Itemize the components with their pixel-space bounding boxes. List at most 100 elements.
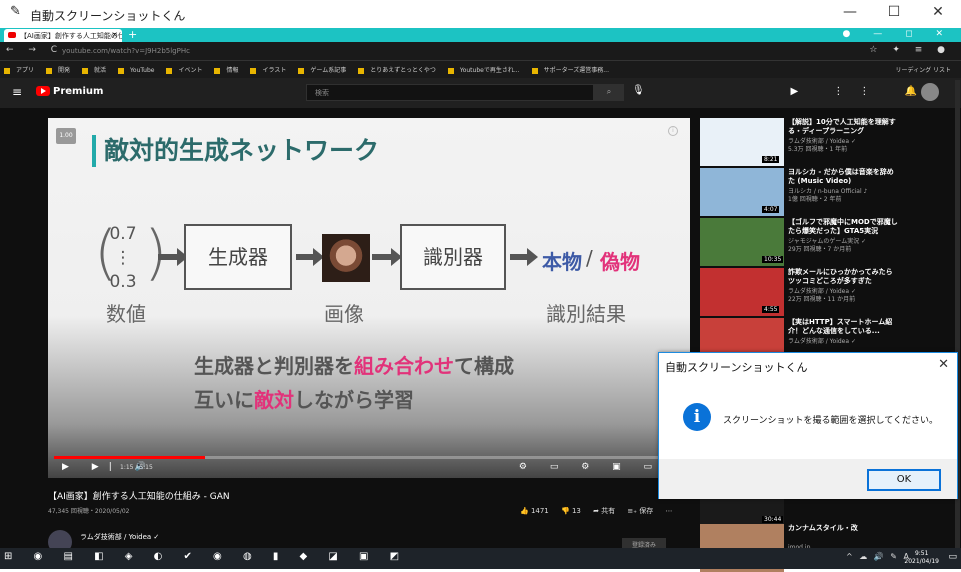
tab-close-icon[interactable]: × <box>111 30 118 39</box>
app-title-bar: ✎ 自動スクリーンショットくん — ☐ ✕ <box>0 0 961 28</box>
folder-icon <box>358 67 365 74</box>
bookmark-item[interactable]: アプリ <box>4 67 40 74</box>
label-image: 画像 <box>324 302 364 326</box>
video-duration: 8:21 <box>762 156 780 163</box>
arrow-2 <box>296 248 324 266</box>
save-button[interactable]: ≡₊ 保存 <box>627 507 653 515</box>
related-stats: 5.3万 回視聴・1 年前 <box>788 146 848 153</box>
video-duration: 4:07 <box>762 206 780 213</box>
bookmark-item[interactable]: とりあえずとっとくやつ <box>358 67 442 74</box>
pen-icon: ✎ <box>10 4 21 19</box>
related-video-item[interactable]: 10:35 【ゴルフで邪魔中にMODで邪魔したら爆笑だった】GTA5実況 ジャモジャ… <box>700 218 960 266</box>
mic-icon[interactable]: 🎙 <box>632 85 645 96</box>
search-input[interactable]: 検索 <box>306 84 594 101</box>
result-real: 本物 <box>542 250 582 274</box>
maximize-button[interactable]: ☐ <box>884 4 904 20</box>
taskbar-icons[interactable]: ⊞ ◉ ▤ ◧ ◈ ◐ ✔ ◉ ◍ ▮ ◆ ◪ ▣ ◩ <box>4 551 408 562</box>
video-views: 47,345 回視聴・2020/05/02 <box>48 508 130 515</box>
bookmark-item[interactable]: サポーターズ運営事務... <box>531 67 615 74</box>
related-channel: ラムダ技術部 / Yoidea ✓ <box>788 138 856 145</box>
video-duration: 30:44 <box>762 516 784 523</box>
bookmark-item[interactable]: 開発 <box>46 67 76 74</box>
close-button[interactable]: ✕ <box>928 4 948 20</box>
browser-window-controls[interactable]: ● — ◻ ✕ <box>843 29 953 39</box>
related-stats: 29万 回視聴・7 か月前 <box>788 246 852 253</box>
browser-tab[interactable]: 【AI画家】創作する人工知能の仕組み × <box>4 29 122 42</box>
bookmark-item[interactable]: イベント <box>166 67 208 74</box>
label-number: 数値 <box>106 302 146 326</box>
channel-name[interactable]: ラムダ技術部 / Yoidea ✓ <box>80 532 159 542</box>
slide-badge: 1.00 <box>56 128 76 144</box>
progress-fill <box>54 456 206 459</box>
related-video-item[interactable]: 4:55 詐欺メールにひっかかってみたらツッコミどころが多すぎた ラムダ技術部 / … <box>700 268 960 316</box>
more-button[interactable]: ⋯ <box>665 507 672 515</box>
nav-buttons[interactable]: ← → C <box>6 45 63 55</box>
bookmarks-bar: アプリ 開発 就活 YouTube イベント 情報 イラスト ゲーム系記事 とりあえずとっとくや… <box>0 60 961 78</box>
bookmark-item[interactable]: YouTube <box>118 67 160 74</box>
folder-icon <box>4 67 10 74</box>
related-video-item[interactable]: 8:21 【解説】10分で人工知能を理解する・ディープラーニング ラムダ技術部 / … <box>700 118 960 166</box>
youtube-favicon-icon <box>8 32 16 38</box>
related-title: 詐欺メールにひっかかってみたらツッコミどころが多すぎた <box>788 268 893 285</box>
new-tab-button[interactable]: + <box>128 28 137 41</box>
video-actions: 👍 1471 👎 13 ➦ 共有 ≡₊ 保存 ⋯ <box>520 506 682 516</box>
video-title: 【AI画家】創作する人工知能の仕組み - GAN <box>48 492 230 502</box>
player-controls-right[interactable]: ⚙ ▭ ⚙ ▣ ▭ <box>519 462 662 472</box>
dislike-button[interactable]: 👎 13 <box>561 507 581 515</box>
folder-icon <box>531 67 538 74</box>
video-duration: 10:35 <box>762 256 784 263</box>
dialog-title: 自動スクリーンショットくん <box>665 361 808 374</box>
youtube-logo[interactable]: Premium <box>36 86 103 97</box>
result-fake: 偽物 <box>600 250 640 274</box>
reading-list[interactable]: リーディング リスト <box>896 65 952 74</box>
related-video-item[interactable]: 4:07 ヨルシカ - だから僕は音楽を辞めた (Music Video) ヨルシカ… <box>700 168 960 216</box>
avatar[interactable] <box>921 83 939 101</box>
folder-icon <box>46 67 53 74</box>
discriminator-box: 識別器 <box>400 224 506 290</box>
dialog-close-icon[interactable]: ✕ <box>938 357 949 372</box>
bookmark-item[interactable]: 情報 <box>214 67 244 74</box>
system-tray[interactable]: ^ ☁ 🔊 ✎ A <box>846 552 911 561</box>
toolbar-icons[interactable]: ☆ ✦ ≡ ● <box>869 45 951 55</box>
player-time: 1:15 / 5:15 <box>120 464 153 471</box>
header-icons[interactable]: ▶ ⋮⋮ 🔔 <box>791 86 934 97</box>
app-title: 自動スクリーンショットくん <box>30 9 186 23</box>
taskbar-clock[interactable]: 9:51 2021/04/19 <box>904 550 939 566</box>
menu-icon[interactable]: ≡ <box>12 85 22 99</box>
folder-icon <box>82 67 89 74</box>
address-bar-row: ← → C youtube.com/watch?v=J9H2b5lgPHc ☆ … <box>0 42 961 60</box>
youtube-header: ≡ Premium 検索 ⌕ 🎙 ▶ ⋮⋮ 🔔 <box>0 78 961 108</box>
slide-line-1: 生成器と判別器を組み合わせて構成 <box>194 354 514 378</box>
url-field[interactable]: youtube.com/watch?v=J9H2b5lgPHc <box>62 44 842 58</box>
bookmark-item[interactable]: ゲーム系記事 <box>298 67 352 74</box>
folder-icon <box>298 67 305 74</box>
paren-right: ) <box>144 218 168 288</box>
related-stats: 1億 回視聴・2 年前 <box>788 196 842 203</box>
minimize-button[interactable]: — <box>840 4 860 20</box>
related-title: 【実はHTTP】スマートホーム紹介！どんな通信をしている... <box>788 318 893 335</box>
related-title: ヨルシカ - だから僕は音楽を辞めた (Music Video) <box>788 168 894 185</box>
notification-icon[interactable]: ▭ <box>948 552 957 562</box>
search-icon[interactable]: ⌕ <box>594 84 624 101</box>
share-button[interactable]: ➦ 共有 <box>593 507 615 515</box>
arrow-3 <box>372 248 402 266</box>
info-icon[interactable]: i <box>668 126 678 136</box>
like-button[interactable]: 👍 1471 <box>520 507 549 515</box>
tab-title: 【AI画家】創作する人工知能の仕組み <box>20 32 122 40</box>
message-dialog: 自動スクリーンショットくん ✕ i スクリーンショットを撮る範囲を選択してくださ… <box>658 352 958 499</box>
bookmark-item[interactable]: Youtubeで再生され... <box>447 67 526 74</box>
slide-line-2: 互いに敵対しながら学習 <box>194 388 414 412</box>
label-result: 識別結果 <box>546 302 626 326</box>
progress-bar[interactable] <box>54 456 684 459</box>
arrow-1 <box>158 248 188 266</box>
video-duration: 4:55 <box>762 306 780 313</box>
bookmark-item[interactable]: イラスト <box>250 67 292 74</box>
ok-button[interactable]: OK <box>867 469 941 491</box>
related-channel: ヨルシカ / n-buna Official ♪ <box>788 188 868 195</box>
related-channel: ジャモジャムのゲーム実況 ✓ <box>788 238 867 245</box>
folder-icon <box>166 67 173 74</box>
video-player[interactable]: 1.00 i 敵対的生成ネットワーク ( 0.7 ⋮ 0.3 ) 生成器 識別器 本… <box>48 118 690 478</box>
related-channel: ラムダ技術部 / Yoidea ✓ <box>788 338 856 345</box>
bookmark-item[interactable]: 就活 <box>82 67 112 74</box>
browser-tabstrip: 【AI画家】創作する人工知能の仕組み × + ● — ◻ ✕ <box>0 28 961 42</box>
